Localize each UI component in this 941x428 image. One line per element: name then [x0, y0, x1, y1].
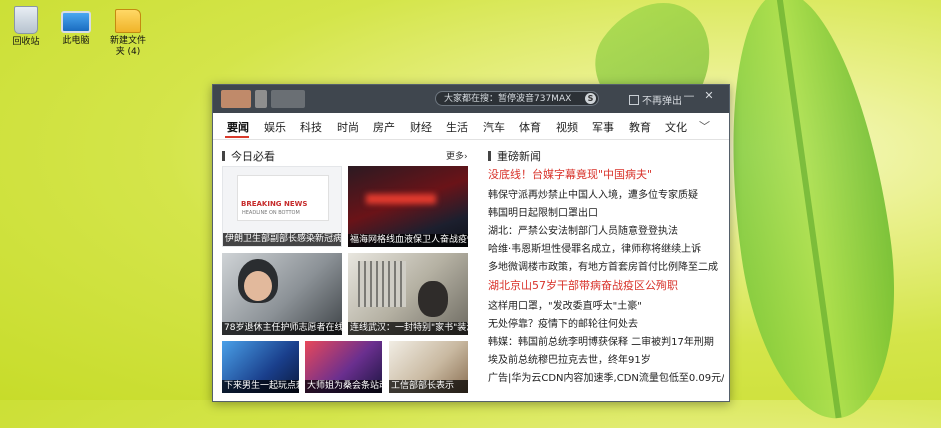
- news-item[interactable]: 韩媒：韩国前总统李明博获保释 二审被判17年刑期: [488, 333, 724, 348]
- news-item[interactable]: 湖北京山57岁干部带病奋战疫区公殉职: [488, 277, 724, 293]
- tile-thumbnail: [418, 281, 448, 317]
- category-nav: 要闻 娱乐 科技 时尚 房产 财经 生活 汽车 体育 视频 军事 教育 文化 ﹀: [213, 113, 729, 140]
- nav-tab-education[interactable]: 教育: [629, 119, 651, 135]
- tile-thumbnail: [358, 261, 406, 307]
- tile-caption: 伊朗卫生部副部长感染新冠病毒: [223, 233, 341, 246]
- news-item[interactable]: 埃及前总统穆巴拉克去世，终年91岁: [488, 351, 724, 366]
- section-title-headlines: 重磅新闻: [488, 148, 541, 164]
- tile-headline: BREAKING NEWS: [241, 200, 308, 208]
- news-tile[interactable]: 福海网格线血液保卫人奋战疫情: [348, 166, 468, 247]
- more-link[interactable]: 更多›: [446, 149, 468, 162]
- news-item[interactable]: 无处停靠？疫情下的邮轮往何处去: [488, 315, 724, 330]
- recycle-bin-icon: [14, 6, 38, 34]
- news-item[interactable]: 韩保守派再炒禁止中国人入境，遭多位专家质疑: [488, 186, 724, 201]
- news-tile[interactable]: 下来男生一起玩点刺: [222, 341, 299, 393]
- desktop-icon-label: 新建文件夹 (4): [109, 36, 146, 57]
- logo-blurred: [271, 90, 305, 108]
- title-bar[interactable]: 大家都在搜：暂停波音737MAX S 不再弹出 — ✕: [213, 85, 729, 113]
- desktop-icon-new-folder[interactable]: 新建文件夹 (4): [106, 6, 150, 58]
- tile-caption: 大师姐为桑会条站动…: [305, 380, 382, 393]
- nav-tab-realestate[interactable]: 房产: [373, 119, 395, 135]
- news-tile[interactable]: BREAKING NEWS HEADLINE ON BOTTOM 伊朗卫生部副部…: [222, 166, 342, 247]
- tile-caption: 福海网格线血液保卫人奋战疫情: [348, 234, 468, 247]
- news-tile[interactable]: 大师姐为桑会条站动…: [305, 341, 382, 393]
- close-button[interactable]: ✕: [702, 89, 716, 102]
- logo-blurred: [255, 90, 267, 108]
- section-title-today: 今日必看: [222, 148, 275, 164]
- folder-icon: [115, 9, 141, 33]
- news-tile[interactable]: 工信部部长表示: [389, 341, 468, 393]
- tile-caption: 下来男生一起玩点刺: [222, 380, 299, 393]
- chevron-down-icon[interactable]: ﹀: [699, 118, 710, 134]
- news-item[interactable]: 哈维·韦恩斯坦性侵罪名成立，律师称将继续上诉: [488, 240, 724, 255]
- news-tile[interactable]: 78岁退休主任护师志愿者在线: [222, 253, 342, 335]
- tile-thumbnail: [366, 194, 436, 204]
- no-show-label: 不再弹出: [642, 96, 682, 107]
- nav-tab-culture[interactable]: 文化: [665, 119, 687, 135]
- news-item[interactable]: 湖北：严禁公安法制部门人员随意登登执法: [488, 222, 724, 237]
- desktop-icon-this-pc[interactable]: 此电脑: [54, 6, 98, 47]
- desktop-icon-label: 回收站: [12, 37, 40, 47]
- news-popup-window: 大家都在搜：暂停波音737MAX S 不再弹出 — ✕ 要闻 娱乐 科技 时尚 …: [212, 84, 730, 402]
- nav-tab-news[interactable]: 要闻: [227, 119, 249, 135]
- desktop-icon-label: 此电脑: [62, 36, 90, 46]
- news-item[interactable]: 韩国明日起限制口罩出口: [488, 204, 724, 219]
- nav-tab-life[interactable]: 生活: [446, 119, 468, 135]
- minimize-button[interactable]: —: [682, 89, 696, 102]
- desktop-icon-recycle-bin[interactable]: 回收站: [4, 6, 48, 48]
- no-show-checkbox[interactable]: 不再弹出: [629, 92, 682, 107]
- active-tab-indicator: [225, 136, 249, 138]
- nav-tab-finance[interactable]: 财经: [410, 119, 432, 135]
- news-tile[interactable]: 连线武汉：一封特别"家书"装满: [348, 253, 468, 335]
- tile-subhead: HEADLINE ON BOTTOM: [242, 210, 300, 216]
- news-item[interactable]: 没底线！台媒字幕竟现"中国病夫": [488, 166, 724, 182]
- computer-icon: [61, 11, 91, 33]
- hot-search-text: 大家都在搜：暂停波音737MAX: [444, 94, 572, 104]
- news-item[interactable]: 广告|华为云CDN内容加速季,CDN流量包低至0.09元/...: [488, 369, 724, 384]
- tile-caption: 工信部部长表示: [389, 380, 468, 393]
- news-item[interactable]: 这样用口罩，"发改委直呼太"土豪": [488, 297, 724, 312]
- tile-thumbnail: [244, 271, 272, 301]
- tile-caption: 连线武汉：一封特别"家书"装满: [348, 322, 468, 335]
- nav-tab-entertainment[interactable]: 娱乐: [264, 119, 286, 135]
- logo-blurred: [221, 90, 251, 108]
- hot-search-box[interactable]: 大家都在搜：暂停波音737MAX: [435, 91, 599, 106]
- nav-tab-sports[interactable]: 体育: [519, 119, 541, 135]
- search-icon[interactable]: S: [585, 93, 596, 104]
- nav-tab-military[interactable]: 军事: [592, 119, 614, 135]
- nav-tab-tech[interactable]: 科技: [300, 119, 322, 135]
- news-item[interactable]: 多地微调楼市政策，有地方首套房首付比例降至二成: [488, 258, 724, 273]
- nav-tab-auto[interactable]: 汽车: [483, 119, 505, 135]
- nav-tab-fashion[interactable]: 时尚: [337, 119, 359, 135]
- checkbox-icon: [629, 95, 639, 105]
- tile-caption: 78岁退休主任护师志愿者在线: [222, 322, 342, 335]
- nav-tab-video[interactable]: 视频: [556, 119, 578, 135]
